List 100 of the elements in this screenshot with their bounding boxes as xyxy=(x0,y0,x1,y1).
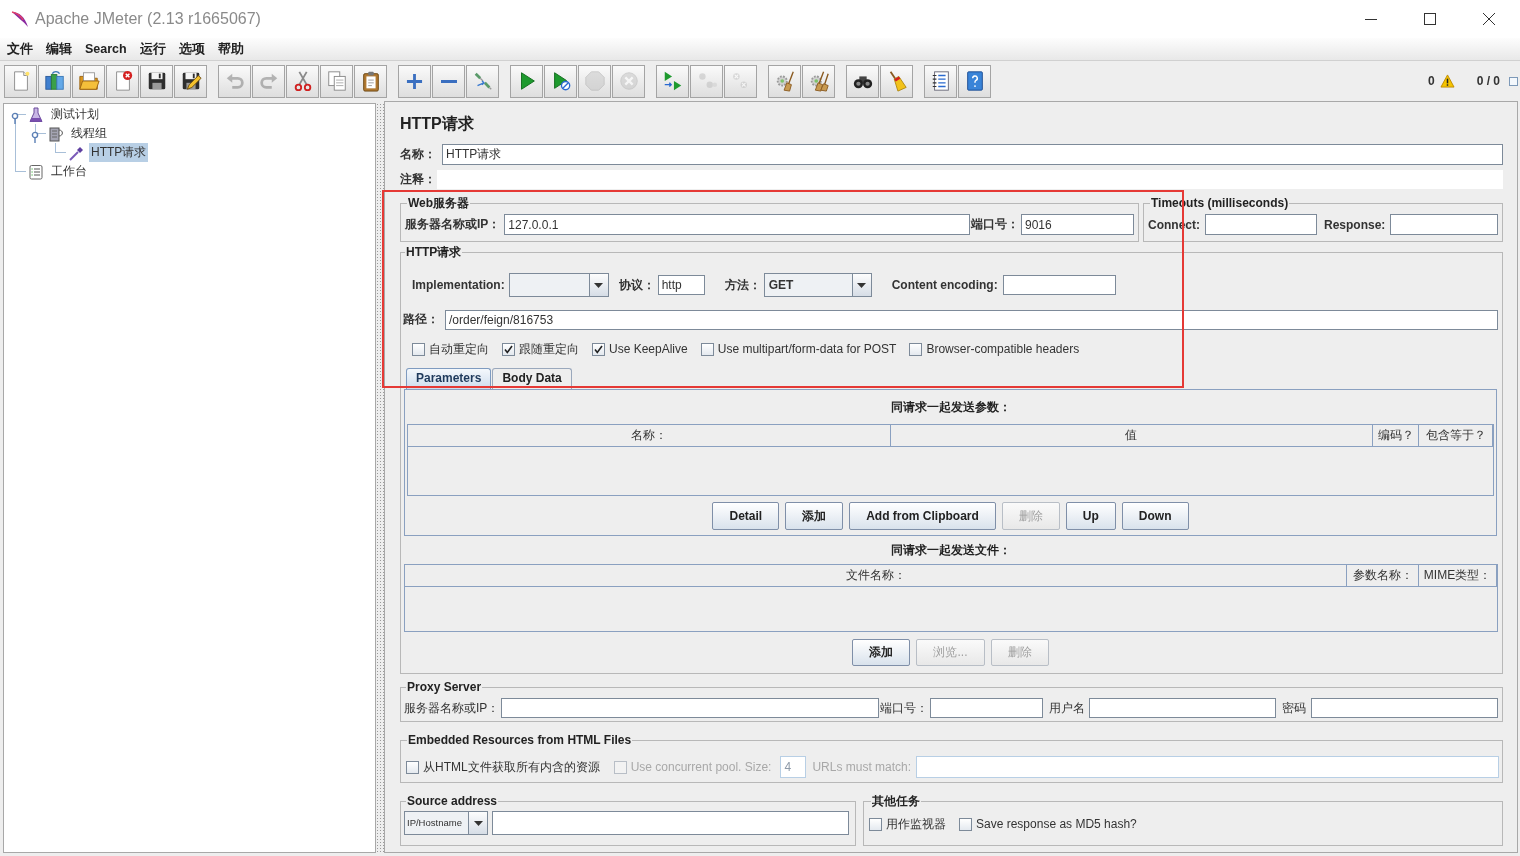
square-icon xyxy=(1509,76,1518,86)
dropdown-button[interactable] xyxy=(588,274,608,296)
minus-icon xyxy=(440,79,457,83)
column-header[interactable]: 包含等于？ xyxy=(1419,425,1493,446)
field-label: 端口号： xyxy=(971,216,1019,233)
move-up-button[interactable]: Up xyxy=(1065,502,1116,530)
caret-icon xyxy=(594,282,604,288)
connect-timeout-field[interactable] xyxy=(1205,214,1317,235)
checkmark-icon xyxy=(594,344,603,354)
field-label: Implementation: xyxy=(412,278,505,292)
field-label: 服务器名称或IP： xyxy=(405,216,501,233)
column-header[interactable]: 参数名称： xyxy=(1347,565,1419,586)
menu-item[interactable]: 文件 xyxy=(7,40,33,58)
field-label: 路径： xyxy=(403,311,439,328)
table-title: 同请求一起发送参数： xyxy=(890,398,1011,416)
port-field[interactable]: 9016 xyxy=(1021,214,1134,235)
content-encoding-field[interactable] xyxy=(1002,275,1116,295)
notepad-icon xyxy=(28,163,44,180)
panel-title: HTTP请求 xyxy=(400,114,474,134)
toolbar-button[interactable] xyxy=(140,64,173,98)
maximize-icon xyxy=(1423,13,1436,25)
tree-handle-icon[interactable] xyxy=(31,130,39,143)
error-count: 0 xyxy=(1427,74,1435,88)
proxy-host-field[interactable] xyxy=(501,698,879,718)
group-title: Embedded Resources from HTML Files xyxy=(407,733,633,747)
checkmark-icon xyxy=(504,344,513,354)
menu-item[interactable]: 运行 xyxy=(139,40,166,58)
toolbar-button[interactable] xyxy=(846,64,879,98)
field-label: 端口号： xyxy=(880,699,928,717)
checkbox[interactable] xyxy=(909,342,923,356)
group-title: HTTP请求 xyxy=(405,245,463,259)
move-down-button[interactable]: Down xyxy=(1121,502,1189,530)
method-dropdown[interactable]: GET xyxy=(763,273,872,297)
checkbox[interactable] xyxy=(406,760,419,774)
protocol-field[interactable]: http xyxy=(657,275,705,295)
tree-handle-icon[interactable] xyxy=(11,111,19,124)
toolbar-button[interactable] xyxy=(174,64,207,98)
window-title: Apache JMeter (2.13 r1665067) xyxy=(35,10,261,28)
circle-x-icon xyxy=(617,70,640,92)
group-title: Source address xyxy=(406,794,499,808)
tree-node-label[interactable]: HTTP请求 xyxy=(89,143,149,162)
add-from-clipboard-button[interactable]: Add from Clipboard xyxy=(849,502,996,530)
menu-item[interactable]: Search xyxy=(85,42,127,56)
caret-icon xyxy=(473,820,483,826)
pipette-icon xyxy=(68,144,84,161)
thread-count: 0 / 0 xyxy=(1476,74,1500,88)
source-address-field[interactable] xyxy=(492,811,849,835)
name-field[interactable]: HTTP请求 xyxy=(442,143,1503,165)
tree-node-label[interactable]: 测试计划 xyxy=(49,105,101,124)
server-field[interactable]: 127.0.0.1 xyxy=(504,214,970,235)
checkbox-label: Use concurrent pool. Size: xyxy=(630,760,772,774)
tab[interactable]: Parameters xyxy=(406,368,492,389)
checkbox[interactable] xyxy=(502,342,515,356)
checkbox[interactable] xyxy=(700,342,714,356)
column-header[interactable]: MIME类型： xyxy=(1419,565,1497,586)
column-header[interactable]: 值 xyxy=(890,425,1373,446)
flask-icon xyxy=(28,106,44,123)
group-title: Proxy Server xyxy=(406,680,483,694)
checkbox[interactable] xyxy=(959,817,972,831)
field-label: URLs must match: xyxy=(812,760,912,774)
detail-button[interactable]: Detail xyxy=(712,502,780,530)
close-icon xyxy=(1482,13,1495,25)
field-label: 方法： xyxy=(724,276,761,294)
checkbox-label: 跟随重定向 xyxy=(519,340,579,358)
column-header[interactable]: 编码？ xyxy=(1373,425,1419,446)
proxy-username-field[interactable] xyxy=(1089,698,1276,718)
checkbox[interactable] xyxy=(412,342,425,356)
table-title: 同请求一起发送文件： xyxy=(890,541,1011,559)
tree-node-label[interactable]: 线程组 xyxy=(69,124,109,143)
checkbox[interactable] xyxy=(592,342,605,356)
warning-icon[interactable] xyxy=(1439,74,1455,88)
response-timeout-field[interactable] xyxy=(1390,214,1498,235)
minimize-icon xyxy=(1364,18,1377,20)
path-field[interactable]: /order/feign/816753 xyxy=(445,309,1498,330)
column-header[interactable]: 名称： xyxy=(408,425,891,446)
checkbox-label: Browser-compatible headers xyxy=(926,342,1080,356)
menu-item[interactable]: 帮助 xyxy=(217,40,244,58)
checkbox-label: Save response as MD5 hash? xyxy=(976,817,1137,831)
stop-sign-icon xyxy=(583,70,606,92)
menu-item[interactable]: 编辑 xyxy=(46,40,72,58)
field-label: 名称： xyxy=(400,145,436,163)
comment-field[interactable] xyxy=(437,170,1503,189)
tab[interactable]: Body Data xyxy=(492,368,572,389)
folder-icon xyxy=(77,70,100,92)
add-button[interactable]: 添加 xyxy=(785,502,844,530)
column-header[interactable]: 文件名称： xyxy=(405,565,1347,586)
tree-node-label[interactable]: 工作台 xyxy=(49,162,89,181)
copy-icon xyxy=(325,70,348,92)
proxy-password-field[interactable] xyxy=(1311,698,1498,718)
address-type-dropdown[interactable]: IP/Hostname xyxy=(404,811,488,835)
proxy-port-field[interactable] xyxy=(930,698,1043,718)
checkbox-label: 从HTML文件获取所有内含的资源 xyxy=(423,758,600,776)
field-label: Content encoding: xyxy=(891,278,998,292)
checkbox[interactable] xyxy=(869,817,882,831)
dropdown-button[interactable] xyxy=(468,812,487,834)
books-icon xyxy=(43,70,66,92)
checkbox-label: Use KeepAlive xyxy=(609,342,688,356)
menu-item[interactable]: 选项 xyxy=(178,40,205,58)
add-button[interactable]: 添加 xyxy=(852,639,911,666)
dropdown-button[interactable] xyxy=(851,274,871,296)
